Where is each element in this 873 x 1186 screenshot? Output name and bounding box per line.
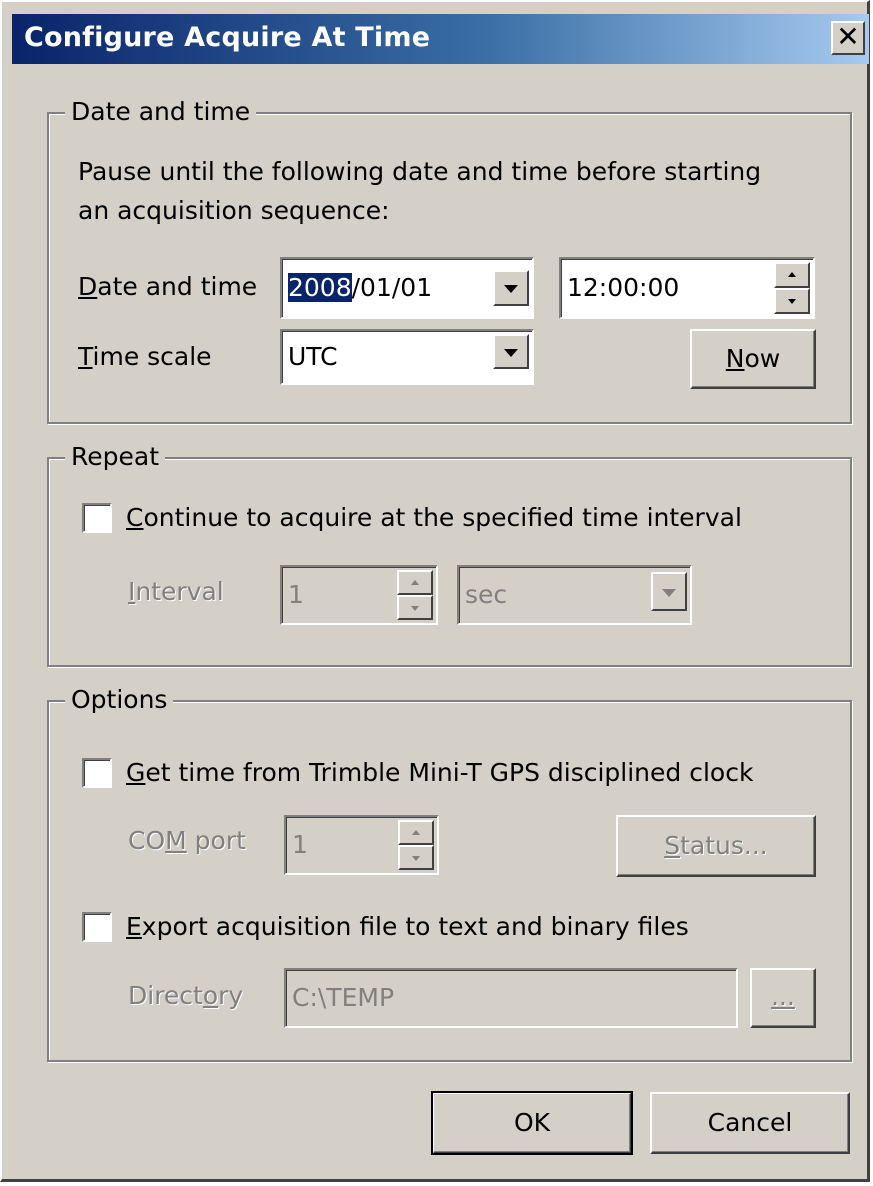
directory-value: C:\TEMP	[292, 983, 395, 1012]
close-icon: ✕	[836, 20, 860, 53]
title-bar[interactable]: Configure Acquire At Time ✕	[12, 14, 869, 64]
date-time-legend: Date and time	[65, 95, 257, 129]
date-time-label: Date and time	[78, 272, 258, 301]
interval-unit-dropdown-button[interactable]	[651, 572, 687, 611]
arrow-up-icon	[788, 272, 796, 277]
time-spin-down[interactable]	[774, 288, 810, 314]
interval-spinner[interactable]	[397, 570, 433, 620]
arrow-up-icon	[412, 829, 420, 835]
com-port-spinner[interactable]	[398, 820, 434, 870]
interval-spin-up[interactable]	[397, 570, 433, 595]
arrow-down-icon	[412, 855, 420, 861]
time-value: 12:00:00	[567, 273, 680, 302]
browse-directory-button[interactable]: ...	[750, 968, 816, 1028]
interval-label: Interval	[128, 577, 224, 606]
chevron-down-icon	[504, 348, 518, 357]
date-dropdown-button[interactable]	[493, 270, 529, 306]
directory-label: Directory	[128, 981, 244, 1010]
close-button[interactable]: ✕	[831, 21, 865, 55]
date-time-description-line1: Pause until the following date and time …	[78, 157, 762, 186]
date-rest: /01/01	[351, 273, 433, 302]
interval-unit-select[interactable]: sec	[457, 565, 692, 625]
interval-unit-value: sec	[465, 580, 508, 609]
interval-value: 1	[288, 580, 304, 609]
arrow-up-icon	[411, 579, 419, 585]
interval-spin-down[interactable]	[397, 595, 433, 620]
arrow-down-icon	[411, 605, 419, 611]
time-spinner[interactable]	[774, 262, 810, 314]
gps-checkbox[interactable]	[82, 758, 112, 788]
time-scale-label: Time scale	[78, 342, 212, 371]
arrow-down-icon	[788, 299, 796, 304]
time-scale-value: UTC	[288, 342, 338, 371]
repeat-legend: Repeat	[65, 440, 166, 474]
now-button[interactable]: Now	[690, 329, 816, 389]
repeat-group: Repeat	[47, 440, 852, 667]
com-port-input[interactable]: 1	[284, 815, 439, 875]
gps-checkbox-label[interactable]: Get time from Trimble Mini-T GPS discipl…	[126, 756, 753, 790]
continue-checkbox-label[interactable]: Continue to acquire at the specified tim…	[126, 501, 742, 535]
com-port-spin-up[interactable]	[398, 820, 434, 845]
time-spin-up[interactable]	[774, 262, 810, 288]
com-port-label: COM port	[128, 826, 246, 855]
chevron-down-icon	[662, 588, 676, 597]
directory-input[interactable]: C:\TEMP	[284, 968, 738, 1028]
time-scale-select[interactable]: UTC	[280, 329, 534, 385]
time-scale-dropdown-button[interactable]	[493, 334, 529, 369]
window-title: Configure Acquire At Time	[24, 22, 431, 53]
export-checkbox[interactable]	[82, 912, 112, 942]
ok-button[interactable]: OK	[431, 1091, 633, 1155]
com-port-spin-down[interactable]	[398, 845, 434, 870]
com-port-value: 1	[292, 830, 308, 859]
time-input[interactable]: 12:00:00	[559, 257, 815, 319]
chevron-down-icon	[504, 285, 518, 293]
interval-input[interactable]: 1	[280, 565, 438, 625]
status-button[interactable]: Status...	[616, 815, 816, 877]
date-time-description-line2: an acquisition sequence:	[78, 196, 390, 225]
options-legend: Options	[65, 683, 174, 717]
export-checkbox-label[interactable]: Export acquisition file to text and bina…	[126, 910, 689, 944]
continue-checkbox[interactable]	[82, 503, 112, 533]
date-picker[interactable]: 2008/01/01	[280, 257, 534, 319]
configure-acquire-dialog: Configure Acquire At Time ✕ Date and tim…	[0, 0, 870, 1182]
cancel-button[interactable]: Cancel	[650, 1092, 850, 1154]
date-year-selected: 2008	[288, 273, 352, 302]
